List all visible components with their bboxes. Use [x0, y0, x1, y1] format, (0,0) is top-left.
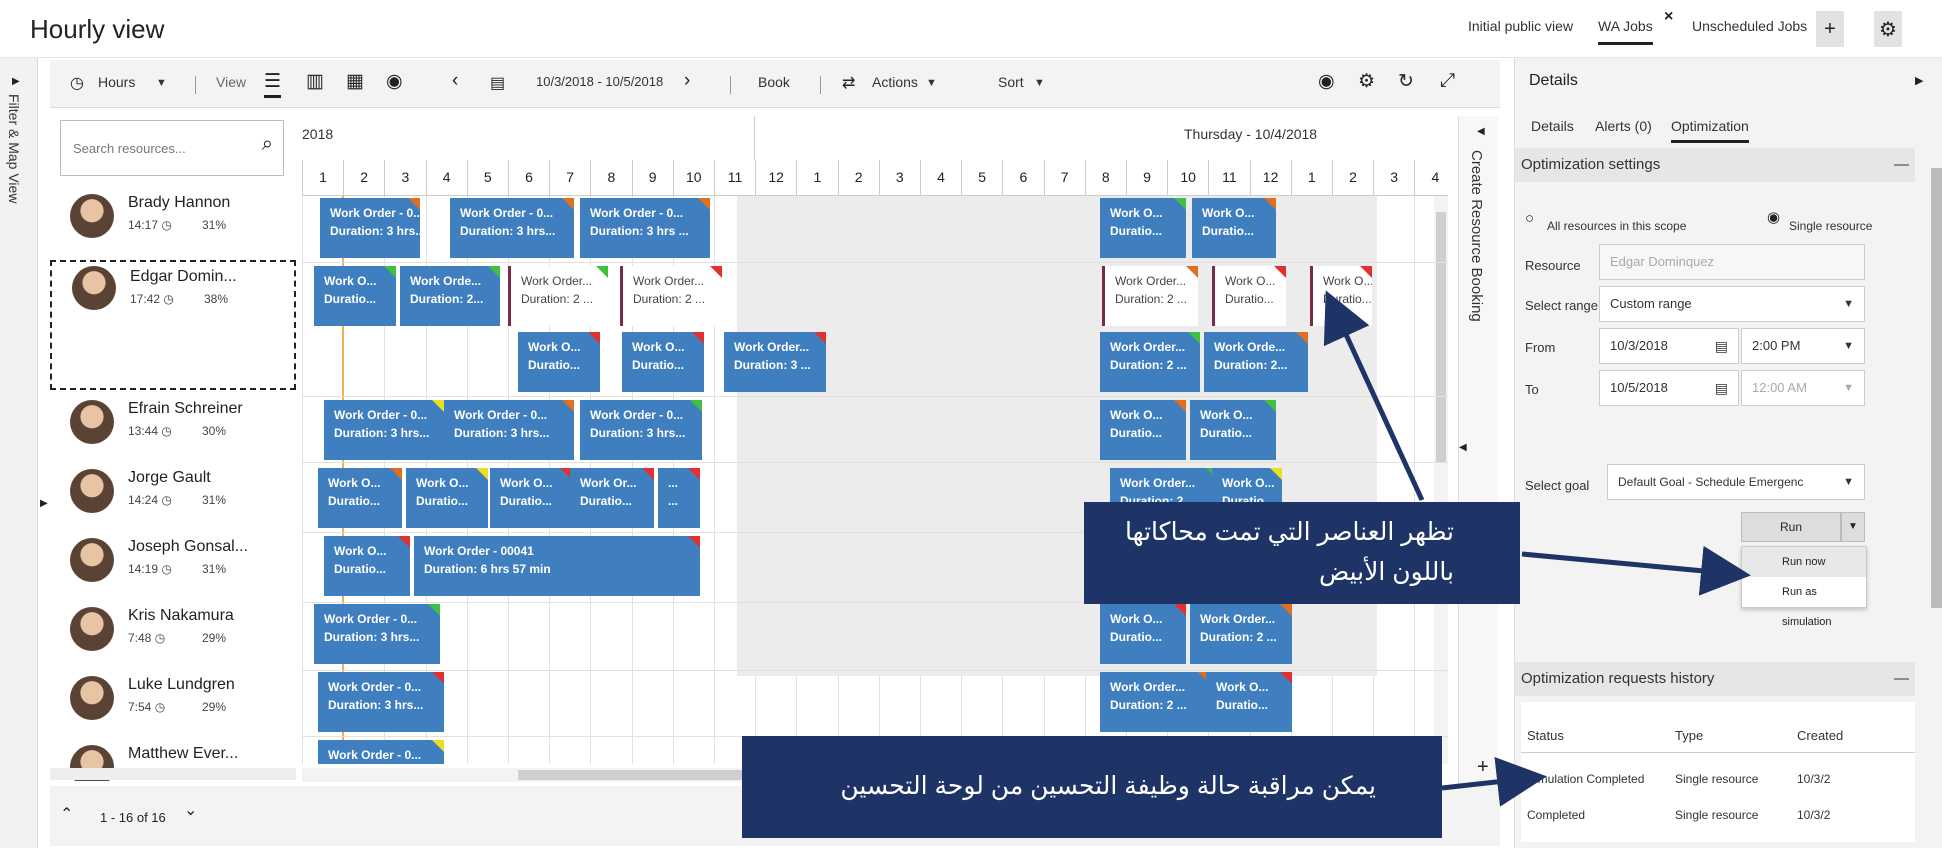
callout-arrows: [1323, 290, 1751, 807]
